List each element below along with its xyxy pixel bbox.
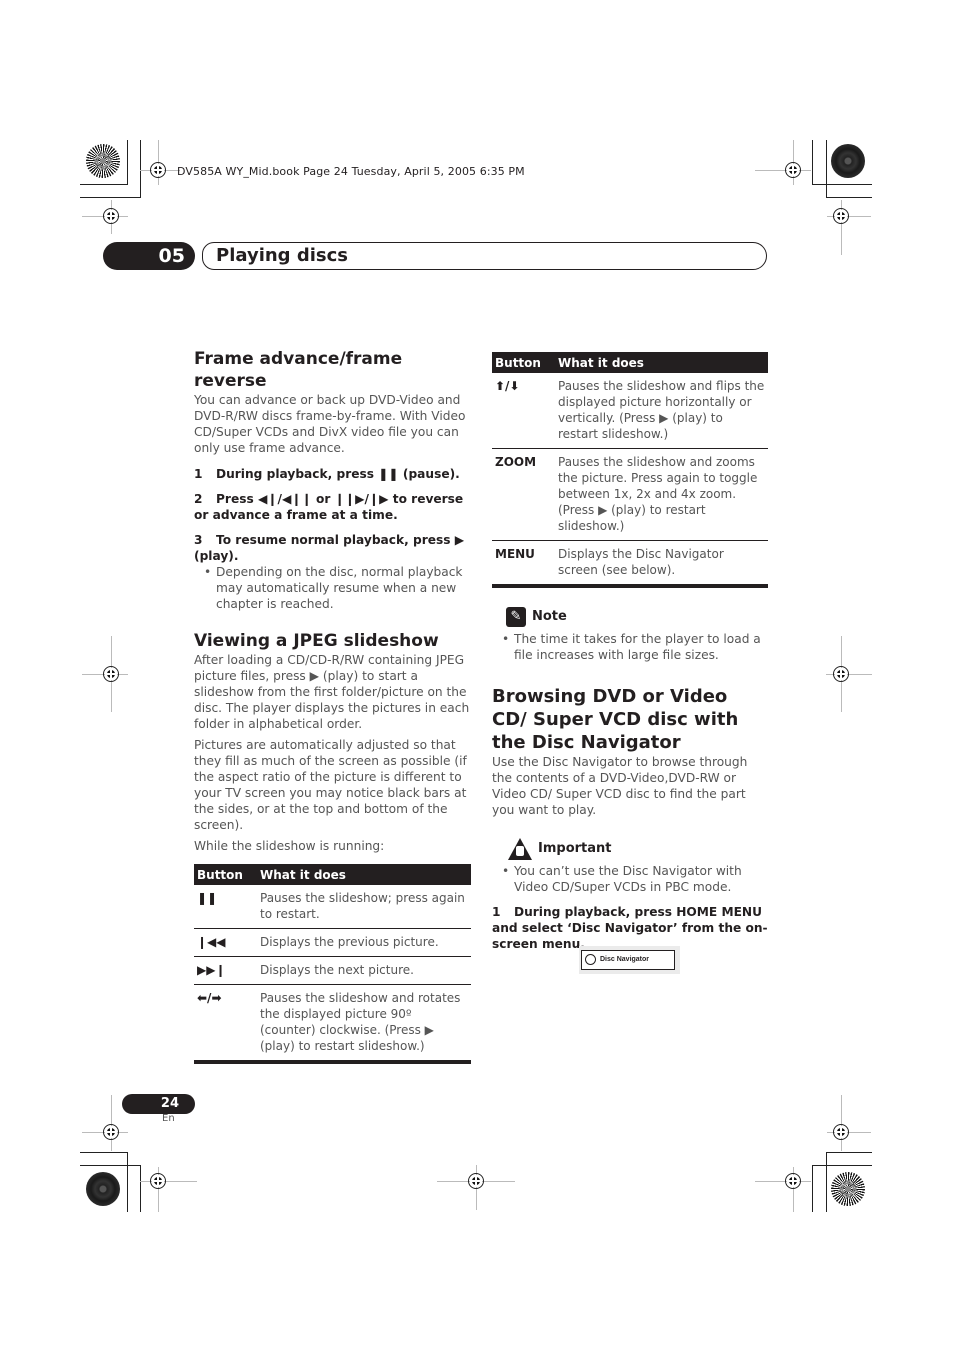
table-row: ZOOM Pauses the slideshow and zooms the … xyxy=(492,448,768,541)
row-description: Displays the Disc Navigator screen (see … xyxy=(555,540,768,588)
frame-advance-section: Frame advance/frame reverse You can adva… xyxy=(194,348,471,612)
chapter-title: Playing discs xyxy=(216,245,348,266)
column-header: What it does xyxy=(257,864,471,885)
menu-button-label: MENU xyxy=(492,540,555,588)
next-icon: ▶▶❙ xyxy=(194,956,257,985)
important-callout: Important xyxy=(492,837,768,860)
registration-starburst-icon xyxy=(86,144,120,178)
pause-icon: ❚❚ xyxy=(194,885,257,929)
registration-target-icon xyxy=(785,162,801,178)
paragraph: You can advance or back up DVD-Video and… xyxy=(194,393,466,455)
registration-target-icon xyxy=(103,1124,119,1140)
warning-hand-icon xyxy=(508,837,532,860)
row-description: Pauses the slideshow; press again to res… xyxy=(257,885,471,929)
table-header-row: Button What it does xyxy=(194,864,471,885)
note-callout: ✎ Note xyxy=(492,606,768,627)
slideshow-button-table: Button What it does ❚❚ Pauses the slides… xyxy=(194,864,471,1064)
column-header: What it does xyxy=(555,352,768,373)
registration-target-icon xyxy=(468,1173,484,1189)
column-header: Button xyxy=(194,864,257,885)
important-title: Important xyxy=(538,841,612,856)
bullet-item: Depending on the disc, normal playback m… xyxy=(194,564,471,612)
previous-icon: ❙◀◀ xyxy=(194,928,257,957)
step-item: 2 Press ◀❙/◀❙❙ or ❙❙▶/❙▶ to reverse or ad… xyxy=(194,492,464,522)
section-heading: Viewing a JPEG slideshow xyxy=(194,631,439,651)
paragraph: After loading a CD/CD-R/RW containing JP… xyxy=(194,653,470,731)
paragraph: While the slideshow is running: xyxy=(194,839,385,853)
table-row: ⬅/➡ Pauses the slideshow and rotates the… xyxy=(194,984,471,1064)
registration-target-icon xyxy=(150,162,166,178)
row-description: Pauses the slideshow and zooms the pictu… xyxy=(555,448,768,541)
registration-target-icon xyxy=(833,208,849,224)
left-right-arrows-icon: ⬅/➡ xyxy=(194,984,257,1064)
disc-navigator-menu-item: Disc Navigator xyxy=(581,950,675,970)
page-language: En xyxy=(162,1113,175,1124)
registration-target-icon xyxy=(103,208,119,224)
table-row: ⬆/⬇ Pauses the slideshow and flips the d… xyxy=(492,373,768,449)
jpeg-slideshow-section: Viewing a JPEG slideshow After loading a… xyxy=(194,630,471,1064)
registration-target-icon xyxy=(833,1124,849,1140)
registration-disc-icon xyxy=(831,144,865,178)
up-down-arrows-icon: ⬆/⬇ xyxy=(492,373,555,449)
table-row: MENU Displays the Disc Navigator screen … xyxy=(492,540,768,588)
registration-disc-icon xyxy=(86,1172,120,1206)
browsing-section: Browsing DVD or Video CD/ Super VCD disc… xyxy=(492,685,768,952)
table-header-row: Button What it does xyxy=(492,352,768,373)
note-title: Note xyxy=(532,609,567,624)
section-heading: Browsing DVD or Video CD/ Super VCD disc… xyxy=(492,685,739,753)
right-column: Button What it does ⬆/⬇ Pauses the slide… xyxy=(492,352,768,952)
registration-target-icon xyxy=(785,1173,801,1189)
bullet-item: You can’t use the Disc Navigator with Vi… xyxy=(492,863,768,895)
table-row: ▶▶❙ Displays the next picture. xyxy=(194,956,471,985)
registration-target-icon xyxy=(150,1173,166,1189)
registration-target-icon xyxy=(833,666,849,682)
row-description: Displays the previous picture. xyxy=(257,928,471,957)
column-header: Button xyxy=(492,352,555,373)
table-row: ❚❚ Pauses the slideshow; press again to … xyxy=(194,885,471,929)
step-item: 1 During playback, press HOME MENU and se… xyxy=(492,904,768,951)
chapter-number: 05 xyxy=(103,242,195,270)
paragraph: Use the Disc Navigator to browse through… xyxy=(492,754,748,817)
row-description: Pauses the slideshow and flips the displ… xyxy=(555,373,768,449)
slideshow-button-table-continued: Button What it does ⬆/⬇ Pauses the slide… xyxy=(492,352,768,588)
print-header: DV585A WY_Mid.book Page 24 Tuesday, Apri… xyxy=(177,165,525,178)
row-description: Displays the next picture. xyxy=(257,956,471,985)
disc-navigator-osd-illustration: Disc Navigator xyxy=(579,946,680,974)
registration-starburst-icon xyxy=(831,1172,865,1206)
zoom-button-label: ZOOM xyxy=(492,448,555,541)
disc-icon xyxy=(585,954,596,965)
step-item: 1 During playback, press ❚❚ (pause). xyxy=(194,467,460,481)
pencil-note-icon: ✎ xyxy=(506,606,526,627)
step-item: 3 To resume normal playback, press ▶ (pla… xyxy=(194,533,465,563)
bullet-item: The time it takes for the player to load… xyxy=(492,631,768,663)
registration-target-icon xyxy=(103,666,119,682)
left-column: Frame advance/frame reverse You can adva… xyxy=(194,348,471,1064)
row-description: Pauses the slideshow and rotates the dis… xyxy=(257,984,471,1064)
table-row: ❙◀◀ Displays the previous picture. xyxy=(194,928,471,957)
page-number: 24 xyxy=(122,1094,195,1114)
section-heading: Frame advance/frame reverse xyxy=(194,349,403,391)
paragraph: Pictures are automatically adjusted so t… xyxy=(194,738,467,832)
